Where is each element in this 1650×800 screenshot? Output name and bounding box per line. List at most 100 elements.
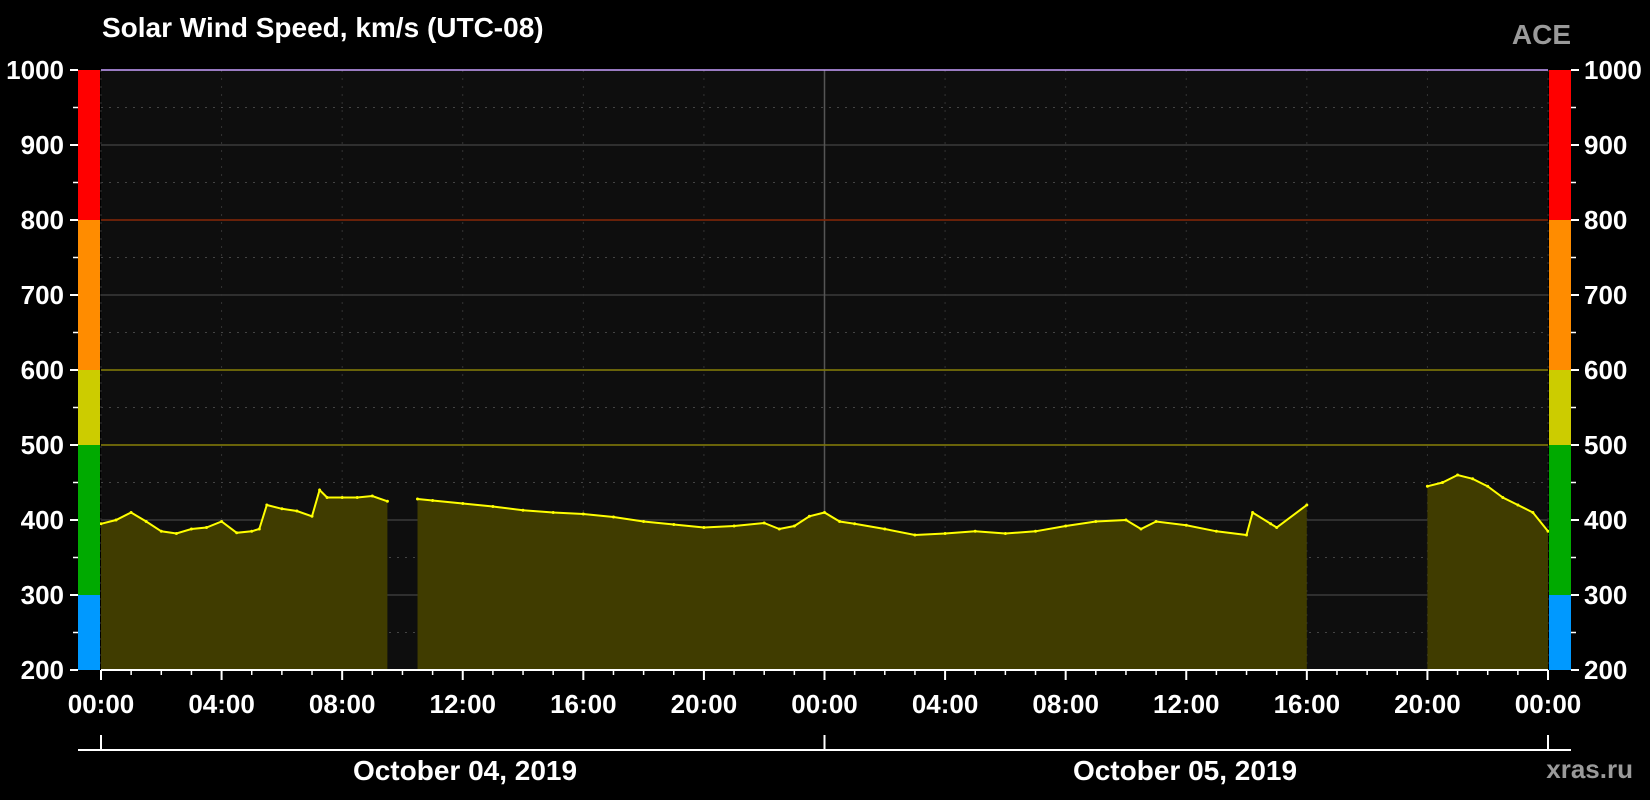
data-point (973, 529, 977, 533)
color-scale-left-800 (78, 70, 100, 220)
data-point (340, 496, 344, 499)
x-tick-label: 12:00 (430, 689, 497, 719)
data-point (1516, 503, 1520, 507)
color-scale-right-200 (1549, 595, 1571, 670)
data-point (1269, 522, 1273, 526)
data-point (257, 527, 261, 531)
y-tick-label-right: 400 (1584, 505, 1627, 535)
data-point (235, 531, 239, 535)
data-point (551, 511, 555, 514)
data-point (792, 524, 796, 528)
data-point (1034, 529, 1037, 533)
y-tick-label-right: 600 (1584, 355, 1627, 385)
y-tick-label-left: 200 (21, 655, 64, 685)
data-point (521, 508, 525, 512)
date-label-1: October 04, 2019 (353, 755, 577, 786)
x-tick-label: 16:00 (550, 689, 617, 719)
data-point (129, 511, 133, 514)
data-point (1139, 527, 1143, 531)
data-point (461, 502, 465, 505)
data-point (762, 521, 766, 525)
credit-label: xras.ru (1546, 754, 1633, 784)
data-point (144, 520, 148, 523)
x-tick-label: 04:00 (188, 689, 255, 719)
y-tick-label-right: 700 (1584, 280, 1627, 310)
data-point (265, 503, 269, 507)
y-tick-label-right: 1000 (1584, 55, 1642, 85)
data-point (1094, 520, 1098, 523)
x-tick-label: 16:00 (1274, 689, 1341, 719)
data-point (1456, 473, 1460, 477)
data-point (1251, 511, 1255, 514)
color-scale-left-300 (78, 445, 100, 595)
y-tick-label-left: 400 (21, 505, 64, 535)
x-tick-label: 00:00 (791, 689, 858, 719)
data-point (1501, 496, 1505, 499)
data-point (1441, 481, 1444, 484)
y-tick-label-right: 200 (1584, 655, 1627, 685)
color-scale-right-300 (1549, 445, 1571, 595)
data-point (1184, 523, 1188, 527)
data-point (325, 496, 329, 499)
y-tick-label-left: 500 (21, 430, 64, 460)
data-point (1064, 524, 1068, 528)
date-label-2: October 05, 2019 (1073, 755, 1297, 786)
data-point (1124, 518, 1128, 522)
data-point (174, 532, 178, 535)
y-tick-label-right: 800 (1584, 205, 1627, 235)
x-tick-label: 12:00 (1153, 689, 1220, 719)
data-point (883, 527, 887, 531)
data-point (943, 532, 947, 535)
x-tick-label: 00:00 (68, 689, 135, 719)
data-point (491, 505, 495, 508)
data-point (295, 509, 299, 513)
data-point (1214, 529, 1218, 533)
data-point (1486, 484, 1490, 488)
data-point (355, 496, 359, 499)
color-scale-right-500 (1549, 370, 1571, 445)
x-tick-label: 20:00 (671, 689, 738, 719)
data-point (1154, 520, 1158, 523)
y-tick-label-right: 900 (1584, 130, 1627, 160)
x-tick-label: 20:00 (1394, 689, 1461, 719)
data-point (280, 507, 284, 511)
x-tick-label: 00:00 (1515, 689, 1582, 719)
data-point (220, 520, 224, 523)
color-scale-left-200 (78, 595, 100, 670)
color-scale-left-600 (78, 220, 100, 370)
data-point (1003, 532, 1007, 535)
y-tick-label-right: 500 (1584, 430, 1627, 460)
y-tick-label-left: 700 (21, 280, 64, 310)
source-label: ACE (1512, 19, 1571, 50)
data-point (250, 529, 254, 533)
data-point (370, 494, 374, 498)
data-point (1245, 533, 1248, 537)
data-point (159, 529, 163, 533)
data-point (431, 499, 435, 502)
data-point (310, 514, 314, 518)
data-point (114, 518, 118, 522)
data-point (672, 523, 676, 526)
data-point (732, 524, 736, 528)
data-point (416, 497, 419, 501)
y-tick-label-right: 300 (1584, 580, 1627, 610)
data-point (612, 515, 615, 519)
y-tick-label-left: 800 (21, 205, 64, 235)
x-tick-label: 08:00 (1032, 689, 1099, 719)
data-point (642, 520, 646, 523)
y-tick-label-left: 900 (21, 130, 64, 160)
data-point (913, 533, 917, 537)
data-point (581, 512, 585, 516)
solar-wind-chart: Solar Wind Speed, km/s (UTC-08) ACE 200 2… (6, 12, 1642, 786)
data-point (385, 499, 389, 503)
data-point (823, 511, 826, 514)
data-point (1305, 503, 1309, 507)
data-point (807, 514, 811, 518)
data-point (1471, 477, 1475, 481)
data-point (838, 520, 842, 523)
x-tick-label: 08:00 (309, 689, 376, 719)
data-point (1531, 511, 1535, 514)
data-point (853, 522, 857, 526)
data-point (1425, 484, 1429, 488)
data-point (1275, 526, 1279, 529)
